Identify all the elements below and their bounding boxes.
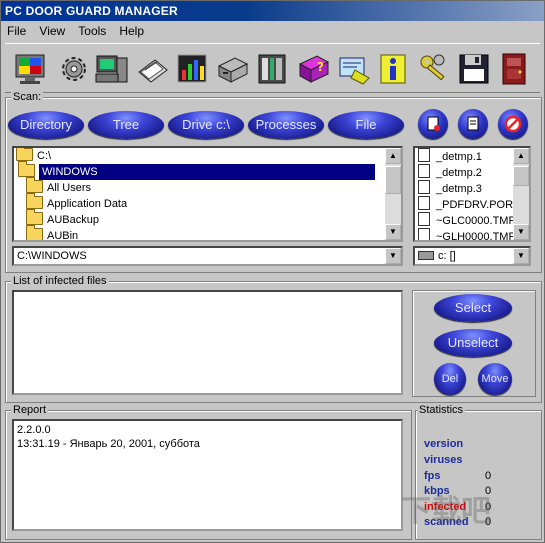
directory-button[interactable]: Directory — [8, 111, 84, 139]
file-button[interactable]: File — [328, 111, 404, 139]
scanner-icon[interactable] — [135, 52, 169, 86]
file-item[interactable]: ~GLH0000.TMP — [415, 228, 529, 240]
file-item[interactable]: _detmp.2 — [415, 164, 529, 180]
computer-icon[interactable] — [95, 52, 129, 86]
scan-legend: Scan: — [11, 91, 44, 103]
file-item[interactable]: _detmp.3 — [415, 180, 529, 196]
open-folder-icon — [16, 148, 33, 161]
folder-icon — [26, 193, 43, 209]
file-item[interactable]: _PDFDRV.PORT — [415, 196, 529, 212]
report-line: 13:31.19 - Январь 20, 2001, суббота — [17, 438, 200, 450]
tree-item[interactable]: AUBackup — [14, 209, 401, 228]
scroll-down-button[interactable]: ▼ — [513, 224, 529, 240]
toolbar: ? — [5, 43, 540, 93]
tree-item[interactable]: All Users — [14, 177, 401, 196]
del-button[interactable]: Del — [434, 363, 466, 395]
scroll-up-button[interactable]: ▲ — [385, 148, 401, 164]
gear-icon[interactable] — [57, 52, 91, 86]
file-icon — [418, 228, 430, 240]
stop-button[interactable] — [498, 109, 528, 139]
report-text[interactable]: 2.2.0.0 13:31.19 - Январь 20, 2001, субб… — [12, 419, 403, 531]
tree-item[interactable]: AUBin — [14, 225, 401, 240]
menu-help[interactable]: Help — [119, 24, 144, 38]
tree-scrollbar[interactable]: ▲ ▼ — [385, 148, 401, 240]
path-combo[interactable]: C:\WINDOWS ▼ — [12, 246, 403, 266]
monitor-icon[interactable] — [13, 52, 47, 86]
add-scan-button[interactable] — [418, 109, 448, 139]
clean-button[interactable] — [458, 109, 488, 139]
file-scrollbar[interactable]: ▲ ▼ — [513, 148, 529, 240]
stop-icon — [504, 115, 522, 133]
drive-combo-dropdown-button[interactable]: ▼ — [513, 248, 529, 264]
unselect-button[interactable]: Unselect — [434, 329, 512, 357]
keys-icon[interactable] — [417, 52, 451, 86]
drive-button[interactable]: Drive c:\ — [168, 111, 244, 139]
tree-item-windows[interactable]: WINDOWS — [14, 161, 401, 180]
watermark: 下载吧 — [401, 495, 491, 528]
scroll-thumb[interactable] — [385, 166, 401, 194]
document-clean-icon — [467, 116, 479, 131]
exit-door-icon[interactable] — [497, 52, 531, 86]
menu-tools[interactable]: Tools — [78, 24, 106, 38]
file-icon — [418, 148, 430, 162]
file-list[interactable]: _detmp.1 _detmp.2 _detmp.3 _PDFDRV.PORT … — [413, 146, 531, 242]
scroll-thumb[interactable] — [513, 166, 529, 186]
folder-icon — [26, 177, 43, 193]
info-icon[interactable] — [377, 52, 411, 86]
main-window: PC DOOR GUARD MANAGER File View Tools He… — [0, 0, 545, 543]
move-button[interactable]: Move — [478, 363, 512, 395]
tree-root[interactable]: C:\ — [14, 148, 401, 164]
stat-viruses-label: viruses — [424, 454, 463, 466]
stat-version-label: version — [424, 438, 464, 450]
directory-tree[interactable]: C:\ WINDOWS All Users Application Data A… — [12, 146, 403, 242]
path-combo-dropdown-button[interactable]: ▼ — [385, 248, 401, 264]
drawer-icon[interactable] — [215, 52, 249, 86]
file-icon — [418, 212, 430, 226]
file-icon — [418, 164, 430, 178]
menu-bar: File View Tools Help — [1, 22, 544, 40]
help-book-icon[interactable]: ? — [297, 52, 331, 86]
stat-fps-value: 0 — [485, 470, 492, 482]
file-item[interactable]: ~GLC0000.TMP — [415, 212, 529, 228]
tree-item[interactable]: Application Data — [14, 193, 401, 212]
processes-button[interactable]: Processes — [248, 111, 324, 139]
statistics-legend: Statistics — [417, 404, 466, 416]
menu-view[interactable]: View — [39, 24, 65, 38]
infected-files-list[interactable] — [12, 290, 403, 395]
infected-legend: List of infected files — [11, 275, 109, 287]
stat-fps-label: fps — [424, 470, 441, 482]
open-folder-icon — [18, 161, 35, 177]
tree-button[interactable]: Tree — [88, 111, 164, 139]
report-legend: Report — [11, 404, 49, 416]
title-bar: PC DOOR GUARD MANAGER — [1, 1, 544, 21]
server-icon[interactable] — [255, 52, 289, 86]
report-line: 2.2.0.0 — [17, 424, 51, 436]
drive-combo[interactable]: c: [] ▼ — [413, 246, 531, 266]
file-item[interactable]: _detmp.1 — [415, 148, 529, 164]
scroll-up-button[interactable]: ▲ — [513, 148, 529, 164]
svg-text:?: ? — [317, 60, 324, 74]
certificate-icon[interactable] — [337, 52, 371, 86]
floppy-disk-icon[interactable] — [457, 52, 491, 86]
file-icon — [418, 180, 430, 194]
chart-icon[interactable] — [175, 52, 209, 86]
drive-icon — [418, 251, 434, 260]
folder-icon — [26, 209, 43, 225]
document-add-icon — [427, 116, 440, 131]
file-icon — [418, 196, 430, 210]
menu-file[interactable]: File — [7, 24, 26, 38]
folder-icon — [26, 225, 43, 240]
scroll-down-button[interactable]: ▼ — [385, 224, 401, 240]
select-button[interactable]: Select — [434, 294, 512, 322]
